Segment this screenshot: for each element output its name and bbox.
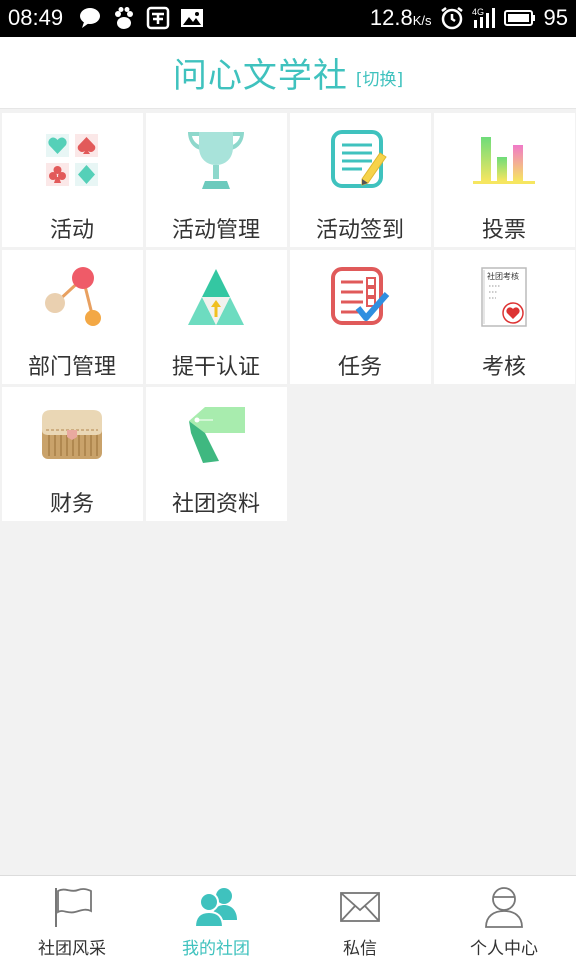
tab-label: 私信 (343, 939, 377, 959)
checklist-icon (328, 265, 392, 329)
status-time: 08:49 (8, 5, 64, 30)
grid-item-department-management[interactable]: 部门管理 (1, 249, 143, 384)
switch-club-button[interactable]: [切换] (356, 65, 403, 90)
grid-item-label: 财务 (49, 491, 94, 517)
bottom-tab-bar: 社团风采 我的社团 私信 个人中心 (0, 875, 576, 960)
image-icon (180, 6, 204, 30)
tag-icon (184, 402, 248, 466)
grid-item-promotion-certification[interactable]: 提干认证 (145, 249, 287, 384)
tab-label: 个人中心 (470, 939, 538, 959)
status-bar: 08:49 12.8K/s 4G 95 (0, 0, 576, 37)
people-icon (193, 884, 239, 930)
grid-item-vote[interactable]: 投票 (433, 112, 575, 247)
paw-icon (112, 6, 136, 30)
grid-item-label: 投票 (481, 217, 526, 243)
grid-item-label: 任务 (337, 354, 382, 380)
grid-item-activity-management[interactable]: 活动管理 (145, 112, 287, 247)
alarm-icon (440, 6, 464, 30)
triangle-arrow-icon (184, 265, 248, 329)
grid-item-label: 社团资料 (171, 491, 260, 517)
person-icon (481, 884, 527, 930)
club-title: 问心文学社 (172, 56, 348, 96)
assessment-paper-icon: 社团考核 (472, 265, 536, 329)
wallet-icon (40, 402, 104, 466)
grid-item-assessment[interactable]: 社团考核 考核 (433, 249, 575, 384)
grid-item-label: 考核 (481, 354, 526, 380)
grid-item-label: 活动 (49, 217, 94, 243)
tab-my-club[interactable]: 我的社团 (144, 876, 288, 960)
tab-messages[interactable]: 私信 (288, 876, 432, 960)
grid-item-activity[interactable]: 活动 (1, 112, 143, 247)
envelope-icon (337, 884, 383, 930)
grid-item-club-materials[interactable]: 社团资料 (145, 386, 287, 521)
cards-suits-icon (40, 128, 104, 192)
battery-icon (503, 6, 536, 30)
bar-chart-icon (472, 128, 536, 192)
pay-icon (146, 6, 170, 30)
notepad-pencil-icon (328, 128, 392, 192)
signal-4g-icon: 4G (472, 6, 496, 30)
grid-item-finance[interactable]: 财务 (1, 386, 143, 521)
grid-item-activity-checkin[interactable]: 活动签到 (289, 112, 431, 247)
feature-grid: 活动 活动管理 活动签到 投票 部门管理 提干认证 任务 社团考核 考核 财务 … (0, 111, 576, 522)
tab-label: 社团风采 (38, 939, 106, 959)
tab-label: 我的社团 (182, 939, 250, 959)
status-right: 12.8K/s 4G 95 (370, 5, 568, 31)
grid-item-task[interactable]: 任务 (289, 249, 431, 384)
tab-club-showcase[interactable]: 社团风采 (0, 876, 144, 960)
tab-profile[interactable]: 个人中心 (432, 876, 576, 960)
club-header: 问心文学社 [切换] (0, 37, 576, 109)
trophy-icon (184, 128, 248, 192)
notification-icons (78, 6, 204, 30)
battery-level: 95 (543, 5, 568, 30)
flag-icon (49, 884, 95, 930)
grid-item-label: 提干认证 (171, 354, 260, 380)
grid-item-label: 部门管理 (27, 354, 116, 380)
svg-text:社团考核: 社团考核 (487, 271, 519, 281)
network-speed: 12.8K/s (369, 5, 432, 30)
svg-text:4G: 4G (472, 7, 484, 17)
chat-bubble-icon (78, 6, 102, 30)
grid-item-label: 活动签到 (315, 217, 404, 243)
grid-item-label: 活动管理 (171, 217, 260, 243)
org-nodes-icon (40, 265, 104, 329)
